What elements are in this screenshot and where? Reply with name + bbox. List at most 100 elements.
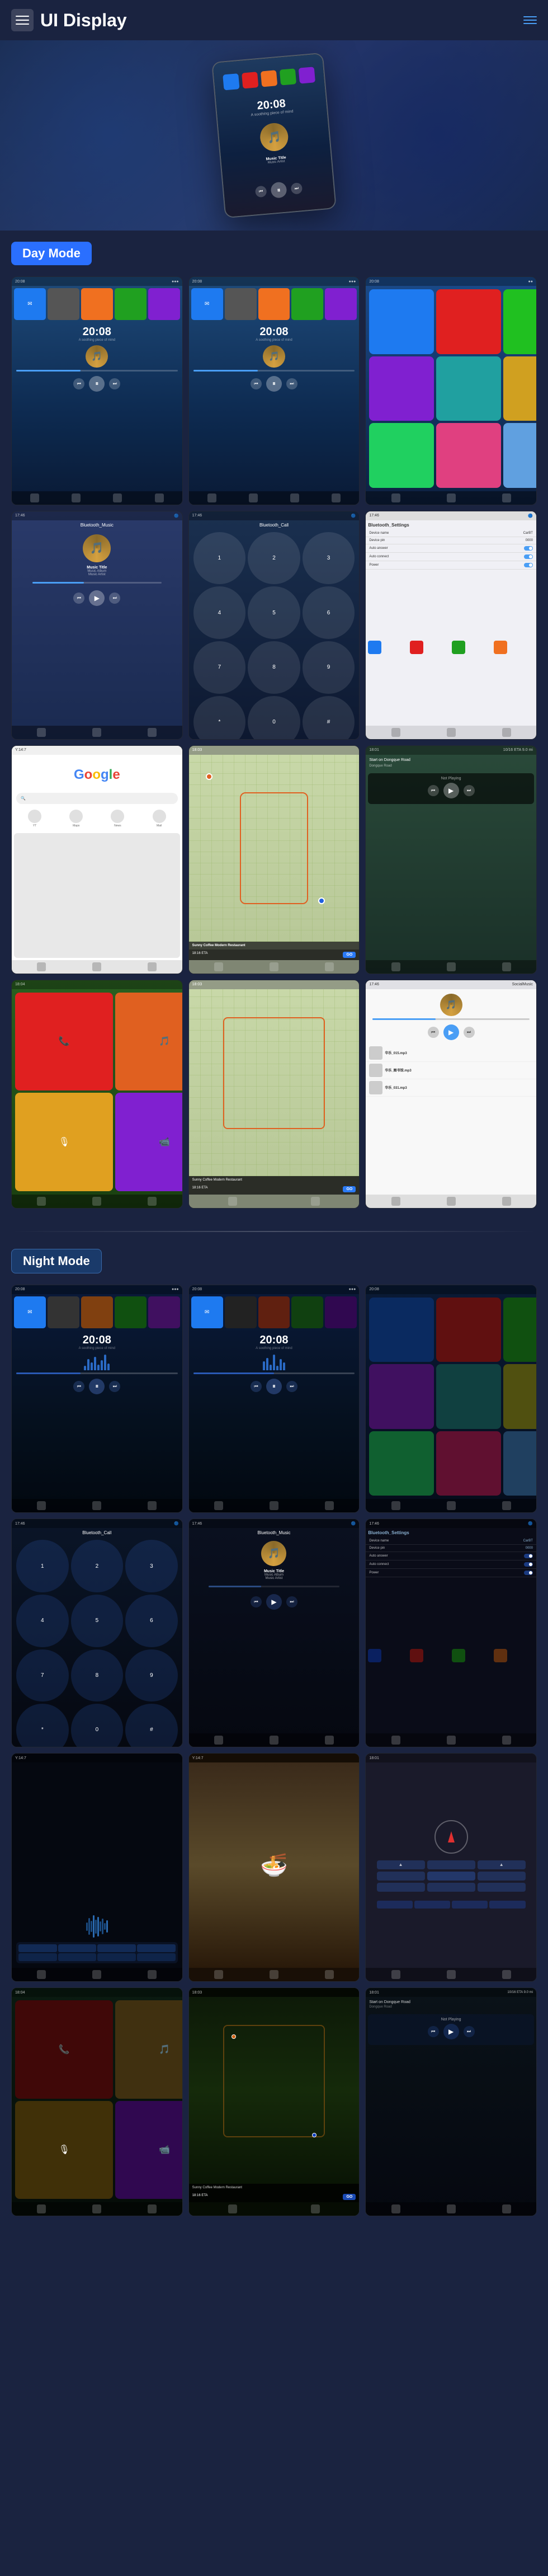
hero-prev-btn[interactable]: ⏮ xyxy=(255,186,267,198)
hero-play-btn[interactable]: ⏸ xyxy=(270,181,287,198)
app-icon-2[interactable] xyxy=(48,288,79,320)
night-settings-icon-4[interactable] xyxy=(494,1649,507,1662)
nav-func-2[interactable] xyxy=(414,1901,450,1909)
next-2[interactable]: ⏭ xyxy=(286,378,297,389)
key-2[interactable]: 2 xyxy=(248,532,300,585)
night-bot-2-3[interactable] xyxy=(325,1501,334,1510)
night-grid-1[interactable] xyxy=(369,1298,434,1362)
np-play[interactable]: ▶ xyxy=(443,783,459,798)
key-8[interactable]: 8 xyxy=(248,641,300,694)
nav-ctrl-4[interactable] xyxy=(377,1872,425,1881)
night-bt-next[interactable]: ⏭ xyxy=(286,1596,297,1607)
night-set-bot-3[interactable] xyxy=(502,1736,511,1745)
night-grid-3[interactable] xyxy=(503,1298,537,1362)
bt-play[interactable]: ▶ xyxy=(89,590,105,606)
night-apps-bot-1[interactable] xyxy=(37,2204,46,2213)
nav-ctrl-5[interactable] xyxy=(427,1872,475,1881)
night-key-4[interactable]: 4 xyxy=(16,1595,69,1647)
night-bot-2-1[interactable] xyxy=(214,1501,223,1510)
night-apps-phone[interactable]: 📞 xyxy=(15,2000,113,2098)
go-button[interactable]: GO xyxy=(343,952,356,958)
grid-icon-9[interactable] xyxy=(369,423,434,488)
bottom-icon-3[interactable] xyxy=(113,493,122,502)
grid-icon-11[interactable] xyxy=(503,423,537,488)
bottom-icon-1[interactable] xyxy=(30,493,39,502)
nav-ctrl-3[interactable]: ▲ xyxy=(478,1860,526,1869)
night-nav-bot-1[interactable] xyxy=(391,2204,400,2213)
apps-video[interactable]: 📹 xyxy=(115,1093,182,1191)
key-0[interactable]: 0 xyxy=(248,696,300,740)
prev-2[interactable]: ⏮ xyxy=(251,378,262,389)
settings-bot-1[interactable] xyxy=(391,728,400,737)
bot-3-1[interactable] xyxy=(391,493,400,502)
night-apps-podcast[interactable]: 🎙 xyxy=(15,2101,113,2199)
night-bt-prev[interactable]: ⏮ xyxy=(251,1596,262,1607)
play-2[interactable]: ⏸ xyxy=(266,376,282,392)
nav-ctrl-9[interactable] xyxy=(478,1883,526,1892)
night-icon-1-2[interactable] xyxy=(48,1296,79,1328)
night-settings-icon-2[interactable] xyxy=(410,1649,423,1662)
map-bot-1[interactable] xyxy=(214,962,223,971)
social-bot-1[interactable] xyxy=(391,1197,400,1206)
night-home-bot-3[interactable] xyxy=(502,1501,511,1510)
bt-next[interactable]: ⏭ xyxy=(109,593,120,604)
google-search-bar[interactable]: 🔍 xyxy=(16,793,178,804)
app-icon-3[interactable] xyxy=(81,288,113,320)
app-icon-2-5[interactable] xyxy=(325,288,357,320)
apps-bot-3[interactable] xyxy=(148,1197,157,1206)
night-food-bot-3[interactable] xyxy=(325,1970,334,1979)
night-settings-icon-3[interactable] xyxy=(452,1649,465,1662)
play-1[interactable]: ⏸ xyxy=(89,376,105,392)
settings-bot-3[interactable] xyxy=(502,728,511,737)
settings-icon-1[interactable] xyxy=(368,641,381,654)
night-icon-1-3[interactable] xyxy=(81,1296,113,1328)
night-grid-6[interactable] xyxy=(436,1364,501,1429)
nav-func-1[interactable] xyxy=(377,1901,413,1909)
night-icon-2-4[interactable] xyxy=(291,1296,323,1328)
night-bot-1-3[interactable] xyxy=(148,1501,157,1510)
next-1[interactable]: ⏭ xyxy=(109,378,120,389)
night-eq-bot-2[interactable] xyxy=(92,1970,101,1979)
key-7[interactable]: 7 xyxy=(193,641,246,694)
night-grid-11[interactable] xyxy=(503,1431,537,1496)
night-key-3[interactable]: 3 xyxy=(125,1540,178,1592)
apps-bot-2[interactable] xyxy=(92,1197,101,1206)
key-6[interactable]: 6 xyxy=(303,586,355,639)
night-auto-answer-toggle[interactable] xyxy=(524,1554,533,1558)
grid-icon-5[interactable] xyxy=(369,356,434,421)
bt-bot-3[interactable] xyxy=(148,728,157,737)
menu-icon[interactable] xyxy=(11,9,34,31)
night-map-bot-1[interactable] xyxy=(228,2204,237,2213)
night-btm-bot-2[interactable] xyxy=(270,1736,278,1745)
social-next[interactable]: ⏭ xyxy=(464,1027,475,1038)
map-bot-3[interactable] xyxy=(325,962,334,971)
night-eq-bot-3[interactable] xyxy=(148,1970,157,1979)
grid-icon-1[interactable] xyxy=(369,289,434,354)
settings-icon-4[interactable] xyxy=(494,641,507,654)
nav-bot-2[interactable] xyxy=(447,962,456,971)
night-btm-bot-1[interactable] xyxy=(214,1736,223,1745)
night-grid-7[interactable] xyxy=(503,1364,537,1429)
night-set-bot-1[interactable] xyxy=(391,1736,400,1745)
bot-3-3[interactable] xyxy=(502,493,511,502)
nav-func-4[interactable] xyxy=(489,1901,525,1909)
bt-prev[interactable]: ⏮ xyxy=(73,593,84,604)
grid-icon-7[interactable] xyxy=(503,356,537,421)
night-bot-1-2[interactable] xyxy=(92,1501,101,1510)
night-prev-2[interactable]: ⏮ xyxy=(251,1381,262,1392)
apps-bot-1[interactable] xyxy=(37,1197,46,1206)
app-icon-2-1[interactable]: ✉ xyxy=(191,288,223,320)
social-prev[interactable]: ⏮ xyxy=(428,1027,439,1038)
night-food-bot-2[interactable] xyxy=(270,1970,278,1979)
bot-2-4[interactable] xyxy=(332,493,341,502)
night-np-next[interactable]: ⏭ xyxy=(464,2026,475,2037)
app-icon-2-4[interactable] xyxy=(291,288,323,320)
apps-podcast[interactable]: 🎙 xyxy=(15,1093,113,1191)
night-nav-bot-2[interactable] xyxy=(447,2204,456,2213)
night-icon-2-3[interactable] xyxy=(258,1296,290,1328)
nav-ctrl-6[interactable] xyxy=(478,1872,526,1881)
night-key-7[interactable]: 7 xyxy=(16,1649,69,1702)
night-bt-play[interactable]: ▶ xyxy=(266,1594,282,1610)
map-det-bot-2[interactable] xyxy=(311,1197,320,1206)
map-detail-go[interactable]: GO xyxy=(343,1186,356,1192)
